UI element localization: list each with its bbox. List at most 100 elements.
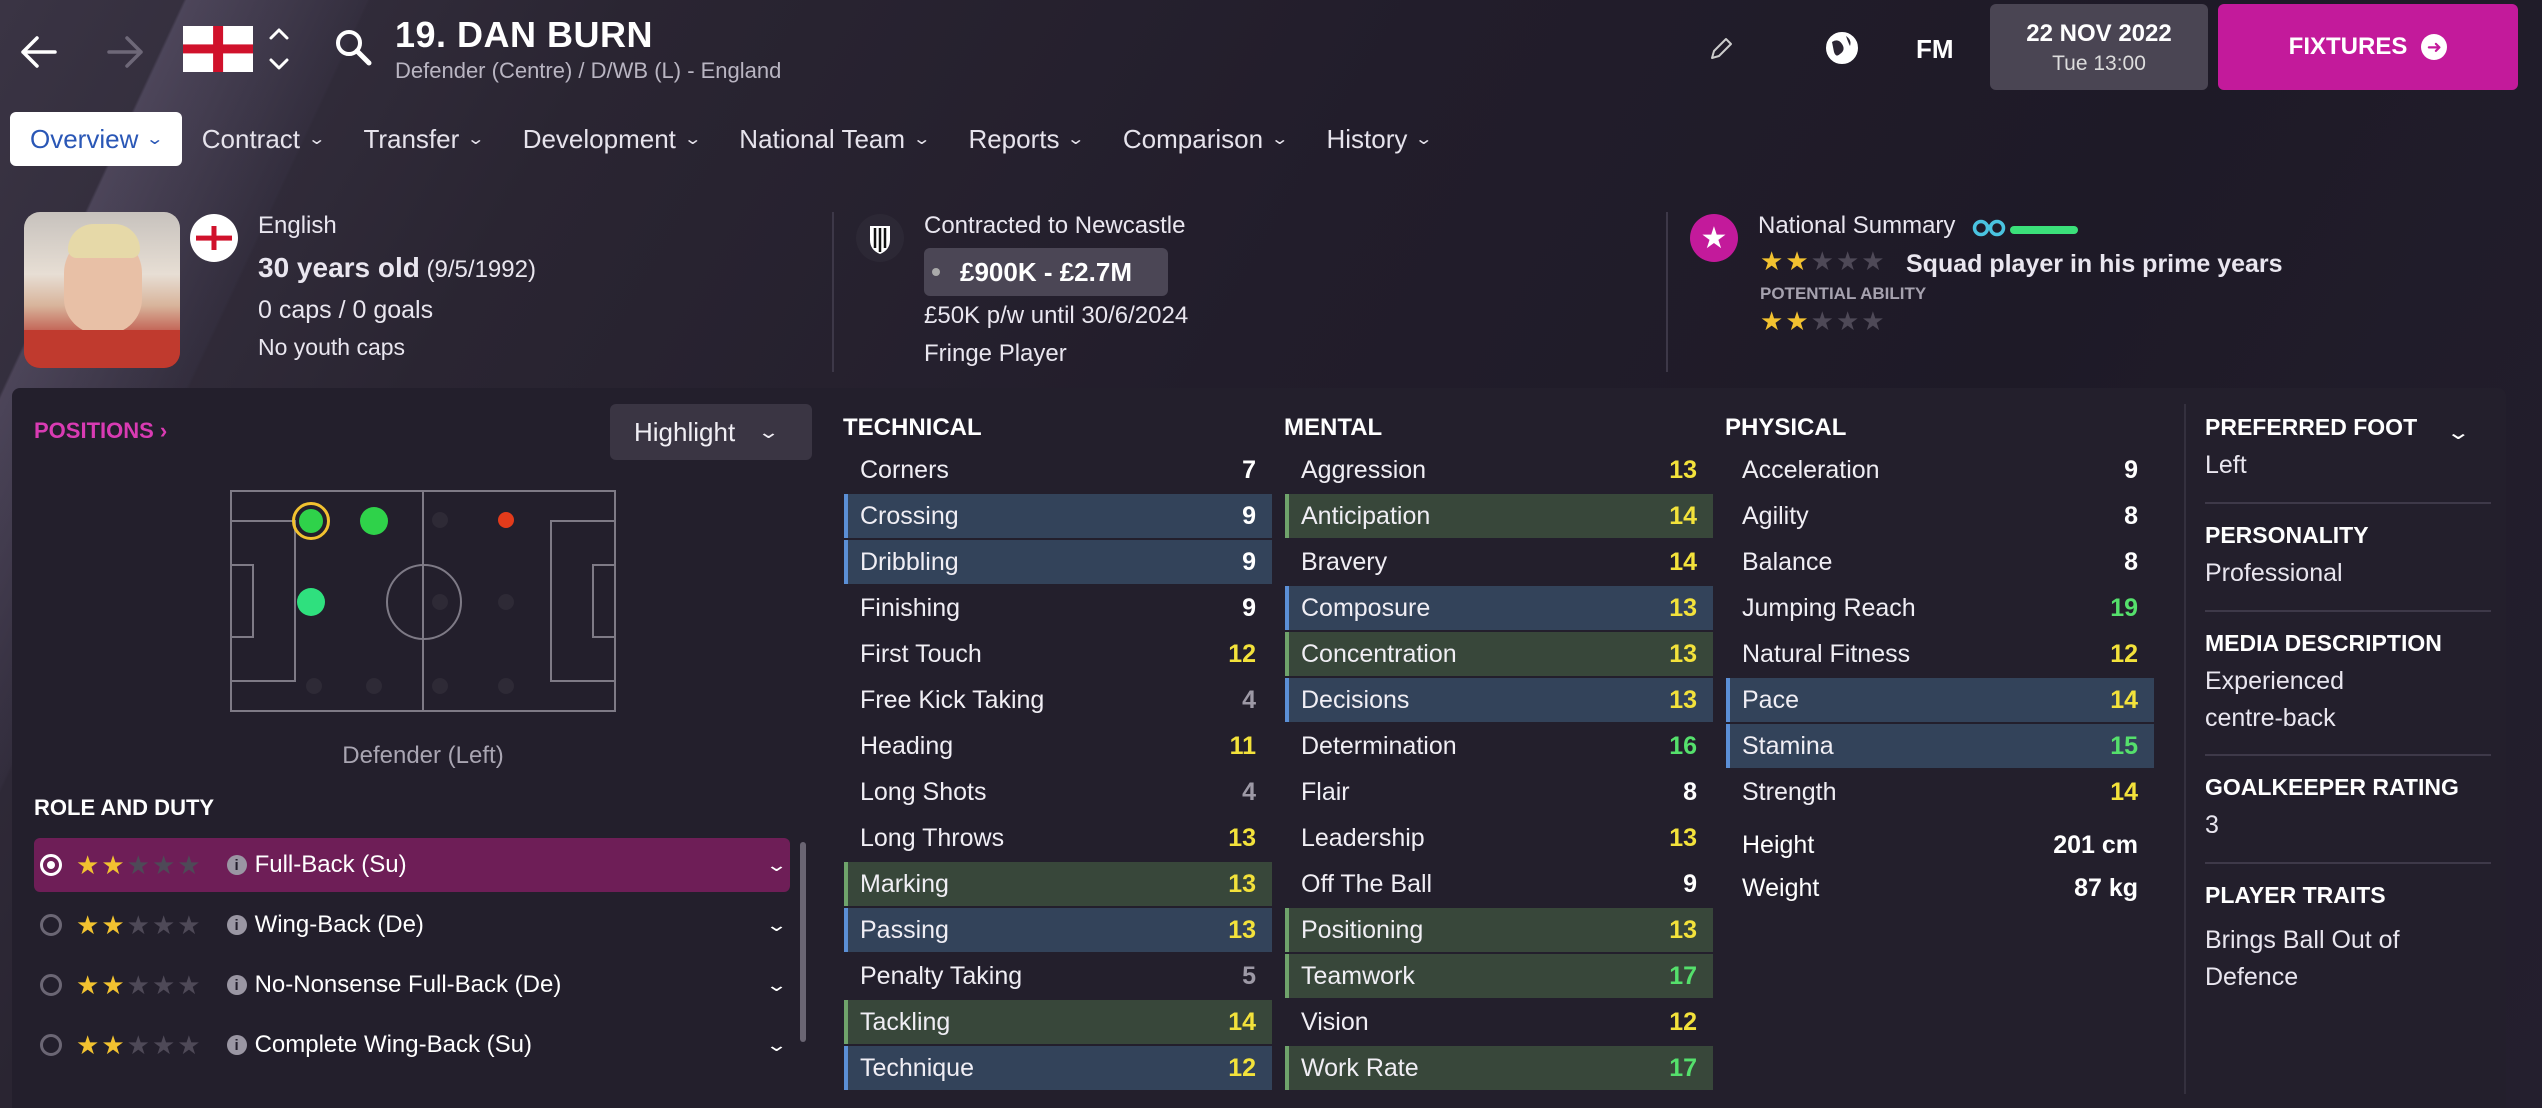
chevron-down-icon[interactable]: ⌄ — [2446, 420, 2471, 445]
tab-label: History — [1326, 123, 1408, 154]
physical-title: PHYSICAL — [1725, 414, 1847, 441]
search-icon[interactable] — [334, 28, 374, 73]
attribute-row[interactable]: Marking 13 — [844, 862, 1272, 906]
player-name: 19. DAN BURN — [395, 14, 654, 55]
attribute-row[interactable]: Balance 8 — [1726, 540, 2154, 584]
info-icon[interactable]: i — [226, 975, 247, 995]
tab-overview[interactable]: Overview ⌄ — [10, 112, 182, 166]
attribute-row[interactable]: Strength 14 — [1726, 770, 2154, 814]
attribute-row[interactable]: Penalty Taking 5 — [844, 954, 1272, 998]
positions-link[interactable]: POSITIONS › — [34, 418, 167, 444]
info-icon[interactable]: i — [226, 915, 247, 935]
chevron-down-icon: ⌄ — [307, 131, 327, 148]
transfer-value-pill[interactable]: £900K - £2.7M — [924, 248, 1168, 296]
attribute-name: Flair — [1301, 777, 1350, 806]
attribute-row[interactable]: Jumping Reach 19 — [1726, 586, 2154, 630]
attribute-name: Strength — [1742, 777, 1837, 806]
attribute-row[interactable]: Natural Fitness 12 — [1726, 632, 2154, 676]
attribute-row[interactable]: First Touch 12 — [844, 632, 1272, 676]
highlight-dropdown[interactable]: Highlight ⌄ — [610, 404, 812, 460]
binoculars-icon[interactable] — [1972, 216, 2006, 243]
attribute-row[interactable]: Free Kick Taking 4 — [844, 678, 1272, 722]
attribute-row[interactable]: Dribbling 9 — [844, 540, 1272, 584]
tab-reports[interactable]: Reports ⌄ — [948, 112, 1102, 166]
role-radio[interactable] — [40, 1034, 62, 1056]
caps-goals: 0 caps / 0 goals — [258, 296, 434, 324]
info-icon[interactable]: i — [226, 1035, 247, 1055]
attribute-row[interactable]: Flair 8 — [1285, 770, 1713, 814]
attribute-value: 14 — [1669, 547, 1697, 576]
attribute-row[interactable]: Agility 8 — [1726, 494, 2154, 538]
current-time: Tue 13:00 — [2052, 52, 2146, 75]
attribute-row[interactable]: Heading 11 — [844, 724, 1272, 768]
position-pitch[interactable] — [230, 490, 616, 712]
position-dot-natural[interactable] — [299, 509, 323, 533]
attribute-row[interactable]: Anticipation 14 — [1285, 494, 1713, 538]
attribute-row[interactable]: Pace 14 — [1726, 678, 2154, 722]
attribute-row[interactable]: Positioning 13 — [1285, 908, 1713, 952]
attribute-row[interactable]: Determination 16 — [1285, 724, 1713, 768]
chevron-down-icon: ⌄ — [683, 131, 702, 148]
role-radio[interactable] — [40, 854, 62, 876]
attribute-row[interactable]: Teamwork 17 — [1285, 954, 1713, 998]
attribute-row[interactable]: Work Rate 17 — [1285, 1046, 1713, 1090]
attribute-row[interactable]: Long Throws 13 — [844, 816, 1272, 860]
attribute-row[interactable]: Stamina 15 — [1726, 724, 2154, 768]
chevron-down-icon[interactable]: ⌄ — [765, 1035, 788, 1056]
attribute-row[interactable]: Vision 12 — [1285, 1000, 1713, 1044]
attribute-row[interactable]: Concentration 13 — [1285, 632, 1713, 676]
attribute-row[interactable]: Corners 7 — [844, 448, 1272, 492]
tab-transfer[interactable]: Transfer ⌄ — [343, 112, 502, 166]
role-radio[interactable] — [40, 974, 62, 996]
attribute-row[interactable]: Technique 12 — [844, 1046, 1272, 1090]
sort-arrows-icon[interactable] — [266, 22, 292, 81]
attribute-row[interactable]: Tackling 14 — [844, 1000, 1272, 1044]
potential-ability-stars: ★ ★ ★ ★ ★ — [1760, 306, 1885, 336]
attribute-row[interactable]: Leadership 13 — [1285, 816, 1713, 860]
role-row[interactable]: ★ ★ ★ ★ ★ i Wing-Back (De) ⌄ — [34, 898, 790, 952]
back-arrow-icon[interactable] — [8, 22, 68, 82]
role-label: Complete Wing-Back (Su) — [254, 1031, 532, 1058]
tab-comparison[interactable]: Comparison ⌄ — [1103, 112, 1307, 166]
fm-logo[interactable]: FM — [1916, 34, 1954, 65]
chevron-down-icon[interactable]: ⌄ — [765, 855, 788, 876]
weight-value: 87 kg — [2074, 873, 2138, 902]
attribute-row[interactable]: Passing 13 — [844, 908, 1272, 952]
attribute-row[interactable]: Composure 13 — [1285, 586, 1713, 630]
attribute-row[interactable]: Crossing 9 — [844, 494, 1272, 538]
position-dot-natural[interactable] — [297, 588, 325, 616]
england-flag-icon[interactable] — [183, 26, 253, 72]
attribute-name: Work Rate — [1301, 1053, 1419, 1082]
attribute-row[interactable]: Long Shots 4 — [844, 770, 1272, 814]
role-row[interactable]: ★ ★ ★ ★ ★ i Full-Back (Su) ⌄ — [34, 838, 790, 892]
pencil-icon[interactable] — [1708, 36, 1734, 67]
tab-history[interactable]: History ⌄ — [1306, 112, 1450, 166]
fixtures-button[interactable]: FIXTURES ➜ — [2218, 4, 2518, 90]
position-dot-natural[interactable] — [360, 507, 388, 535]
chevron-down-icon[interactable]: ⌄ — [765, 975, 788, 996]
attribute-row[interactable]: Decisions 13 — [1285, 678, 1713, 722]
newcastle-crest-icon[interactable] — [856, 214, 904, 262]
tab-development[interactable]: Development ⌄ — [503, 112, 720, 166]
date-display[interactable]: 22 NOV 2022 Tue 13:00 — [1990, 4, 2208, 90]
attribute-row[interactable]: Finishing 9 — [844, 586, 1272, 630]
weight-label: Weight — [1742, 873, 1820, 902]
forward-arrow-icon[interactable] — [96, 22, 156, 82]
attribute-row[interactable]: Bravery 14 — [1285, 540, 1713, 584]
attribute-row[interactable]: Acceleration 9 — [1726, 448, 2154, 492]
role-radio[interactable] — [40, 914, 62, 936]
tab-national-team[interactable]: National Team ⌄ — [719, 112, 948, 166]
attribute-value: 8 — [1683, 777, 1697, 806]
attribute-name: Heading — [860, 731, 954, 760]
tab-contract[interactable]: Contract ⌄ — [182, 112, 344, 166]
position-dot-unconvincing[interactable] — [498, 512, 514, 528]
role-row[interactable]: ★ ★ ★ ★ ★ i No-Nonsense Full-Back (De) ⌄ — [34, 958, 790, 1012]
attribute-row[interactable]: Aggression 13 — [1285, 448, 1713, 492]
globe-icon[interactable] — [1822, 28, 1862, 73]
roles-scrollbar[interactable] — [800, 842, 806, 1042]
role-row[interactable]: ★ ★ ★ ★ ★ i Complete Wing-Back (Su) ⌄ — [34, 1018, 790, 1072]
attribute-row[interactable]: Off The Ball 9 — [1285, 862, 1713, 906]
role-stars: ★ ★ ★ ★ ★ — [76, 1030, 201, 1060]
chevron-down-icon[interactable]: ⌄ — [765, 915, 788, 936]
info-icon[interactable]: i — [226, 855, 247, 875]
